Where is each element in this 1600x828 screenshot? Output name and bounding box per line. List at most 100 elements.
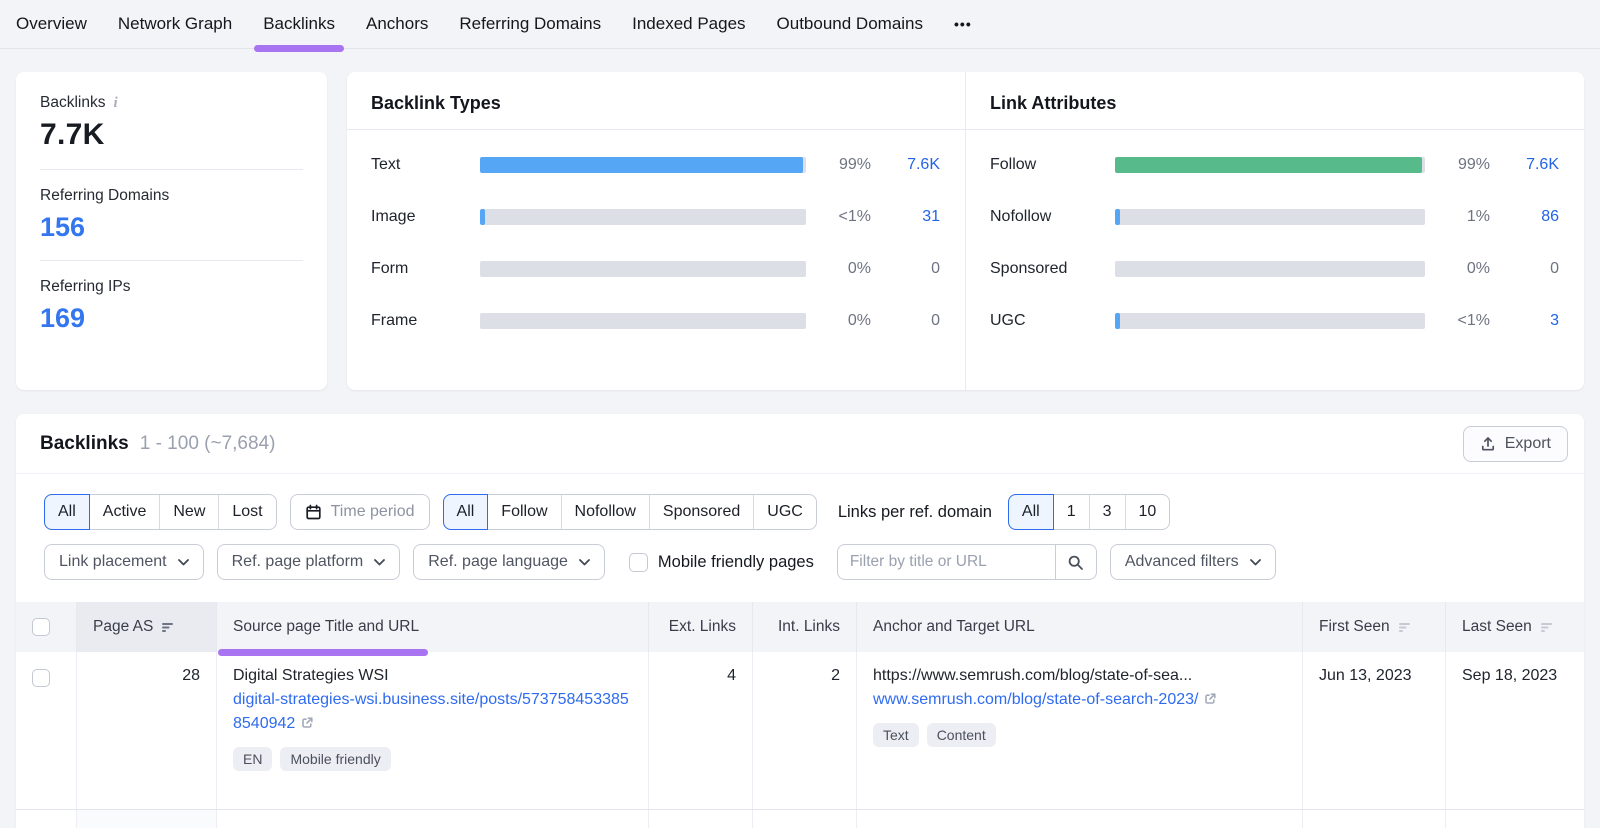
bar-row-frame: Frame 0% 0: [371, 295, 940, 347]
ref-page-platform-label: Ref. page platform: [232, 553, 364, 571]
external-link-icon[interactable]: [300, 716, 314, 730]
column-header-first-seen[interactable]: First Seen: [1302, 602, 1445, 652]
bar-count: 0: [886, 260, 940, 278]
bar-label: Image: [371, 208, 465, 226]
column-header-int-links[interactable]: Int. Links: [752, 602, 856, 652]
bar-count-link[interactable]: 7.6K: [886, 156, 940, 174]
status-filter-active[interactable]: Active: [90, 495, 160, 529]
target-url-link[interactable]: www.semrush.com/blog/state-of-search-202…: [873, 688, 1286, 712]
export-label: Export: [1505, 435, 1551, 453]
follow-filter-sponsored[interactable]: Sponsored: [649, 495, 753, 529]
status-filter-new[interactable]: New: [159, 495, 218, 529]
mobile-friendly-checkbox[interactable]: [629, 553, 648, 572]
bar-row-form: Form 0% 0: [371, 243, 940, 295]
follow-filter-ugc[interactable]: UGC: [753, 495, 816, 529]
ref-page-language-label: Ref. page language: [428, 553, 568, 571]
bar-label: Nofollow: [990, 208, 1100, 226]
charts-card: Backlink Types Text 99% 7.6K Image <1% 3…: [347, 72, 1584, 390]
link-type-badge: Text: [873, 723, 919, 747]
advanced-filters-label: Advanced filters: [1125, 553, 1239, 571]
bar-count-link[interactable]: 3: [1505, 312, 1559, 330]
bar-row-sponsored: Sponsored 0% 0: [990, 243, 1559, 295]
bar-label: Form: [371, 260, 465, 278]
tab-indexed-pages[interactable]: Indexed Pages: [632, 1, 745, 48]
sort-icon: [1398, 622, 1411, 633]
bar-row-text: Text 99% 7.6K: [371, 139, 940, 191]
tab-outbound-domains[interactable]: Outbound Domains: [777, 1, 923, 48]
column-header-source[interactable]: Source page Title and URL: [216, 602, 648, 652]
bar-row-follow: Follow 99% 7.6K: [990, 139, 1559, 191]
column-label: Int. Links: [778, 618, 840, 636]
link-attributes-title: Link Attributes: [966, 72, 1584, 130]
link-placement-dropdown[interactable]: Link placement: [44, 544, 204, 580]
tab-overview[interactable]: Overview: [16, 1, 87, 48]
select-all-checkbox[interactable]: [32, 618, 50, 636]
search-input[interactable]: [837, 544, 1055, 580]
anchor-text: https://www.semrush.com/blog/state-of-se…: [873, 667, 1286, 685]
tab-anchors[interactable]: Anchors: [366, 1, 428, 48]
mobile-friendly-badge: Mobile friendly: [280, 747, 390, 771]
backlink-types-title: Backlink Types: [347, 72, 965, 130]
bar-row-nofollow: Nofollow 1% 86: [990, 191, 1559, 243]
bar-percent: 0%: [821, 260, 871, 278]
sort-icon: [1540, 622, 1553, 633]
chevron-down-icon: [374, 559, 385, 566]
language-badge: EN: [233, 747, 272, 771]
links-per-domain-3[interactable]: 3: [1089, 495, 1125, 529]
bar-percent: 99%: [821, 156, 871, 174]
column-label: Ext. Links: [669, 618, 736, 636]
bar-fill: [480, 209, 485, 225]
column-header-last-seen[interactable]: Last Seen: [1445, 602, 1584, 652]
source-cell: Digital Strategies WSI digital-strategie…: [216, 652, 648, 809]
follow-filter-group: All Follow Nofollow Sponsored UGC: [443, 494, 817, 530]
follow-filter-nofollow[interactable]: Nofollow: [561, 495, 649, 529]
bar-fill: [1115, 313, 1120, 329]
links-per-domain-label: Links per ref. domain: [838, 503, 992, 522]
section-title: Backlinks: [40, 433, 129, 455]
referring-ips-value[interactable]: 169: [40, 303, 303, 334]
bar-fill: [1115, 209, 1120, 225]
ref-page-language-dropdown[interactable]: Ref. page language: [413, 544, 605, 580]
bar-count-link[interactable]: 31: [886, 208, 940, 226]
export-button[interactable]: Export: [1463, 426, 1568, 462]
chevron-down-icon: [1250, 559, 1261, 566]
backlinks-table: Page AS Source page Title and URL Ext. L…: [16, 602, 1584, 828]
follow-filter-follow[interactable]: Follow: [488, 495, 560, 529]
ref-page-platform-dropdown[interactable]: Ref. page platform: [217, 544, 401, 580]
column-label: Source page Title and URL: [233, 618, 419, 636]
chevron-down-icon: [178, 559, 189, 566]
tab-referring-domains[interactable]: Referring Domains: [459, 1, 601, 48]
tab-backlinks[interactable]: Backlinks: [263, 1, 335, 48]
tab-network-graph[interactable]: Network Graph: [118, 1, 232, 48]
column-header-page-as[interactable]: Page AS: [76, 602, 216, 652]
more-tabs-icon[interactable]: •••: [954, 16, 972, 32]
bar-count: 0: [886, 312, 940, 330]
search-button[interactable]: [1055, 544, 1097, 580]
referring-domains-value[interactable]: 156: [40, 212, 303, 243]
info-icon[interactable]: i: [113, 95, 117, 112]
column-header-ext-links[interactable]: Ext. Links: [648, 602, 752, 652]
links-per-domain-10[interactable]: 10: [1125, 495, 1170, 529]
time-period-button[interactable]: Time period: [290, 494, 430, 530]
status-filter-lost[interactable]: Lost: [218, 495, 275, 529]
follow-filter-all[interactable]: All: [443, 494, 489, 530]
links-per-domain-1[interactable]: 1: [1054, 495, 1089, 529]
row-checkbox[interactable]: [32, 669, 50, 687]
column-label: Anchor and Target URL: [873, 618, 1035, 636]
calendar-icon: [305, 504, 322, 521]
backlinks-section: Backlinks 1 - 100 (~7,684) Export All Ac…: [16, 414, 1584, 828]
column-header-anchor[interactable]: Anchor and Target URL: [856, 602, 1302, 652]
advanced-filters-dropdown[interactable]: Advanced filters: [1110, 544, 1276, 580]
source-url-link[interactable]: digital-strategies-wsi.business.site/pos…: [233, 688, 632, 736]
bar-row-ugc: UGC <1% 3: [990, 295, 1559, 347]
links-per-domain-all[interactable]: All: [1008, 494, 1054, 530]
bar-fill: [1115, 157, 1422, 173]
page-as-cell: 28: [76, 652, 216, 809]
bar-label: Frame: [371, 312, 465, 330]
external-link-icon[interactable]: [1203, 692, 1217, 706]
bar-count-link[interactable]: 86: [1505, 208, 1559, 226]
status-filter-all[interactable]: All: [44, 494, 90, 530]
bar-count-link[interactable]: 7.6K: [1505, 156, 1559, 174]
backlink-types-panel: Backlink Types Text 99% 7.6K Image <1% 3…: [347, 72, 965, 390]
sort-desc-icon: [161, 622, 174, 633]
